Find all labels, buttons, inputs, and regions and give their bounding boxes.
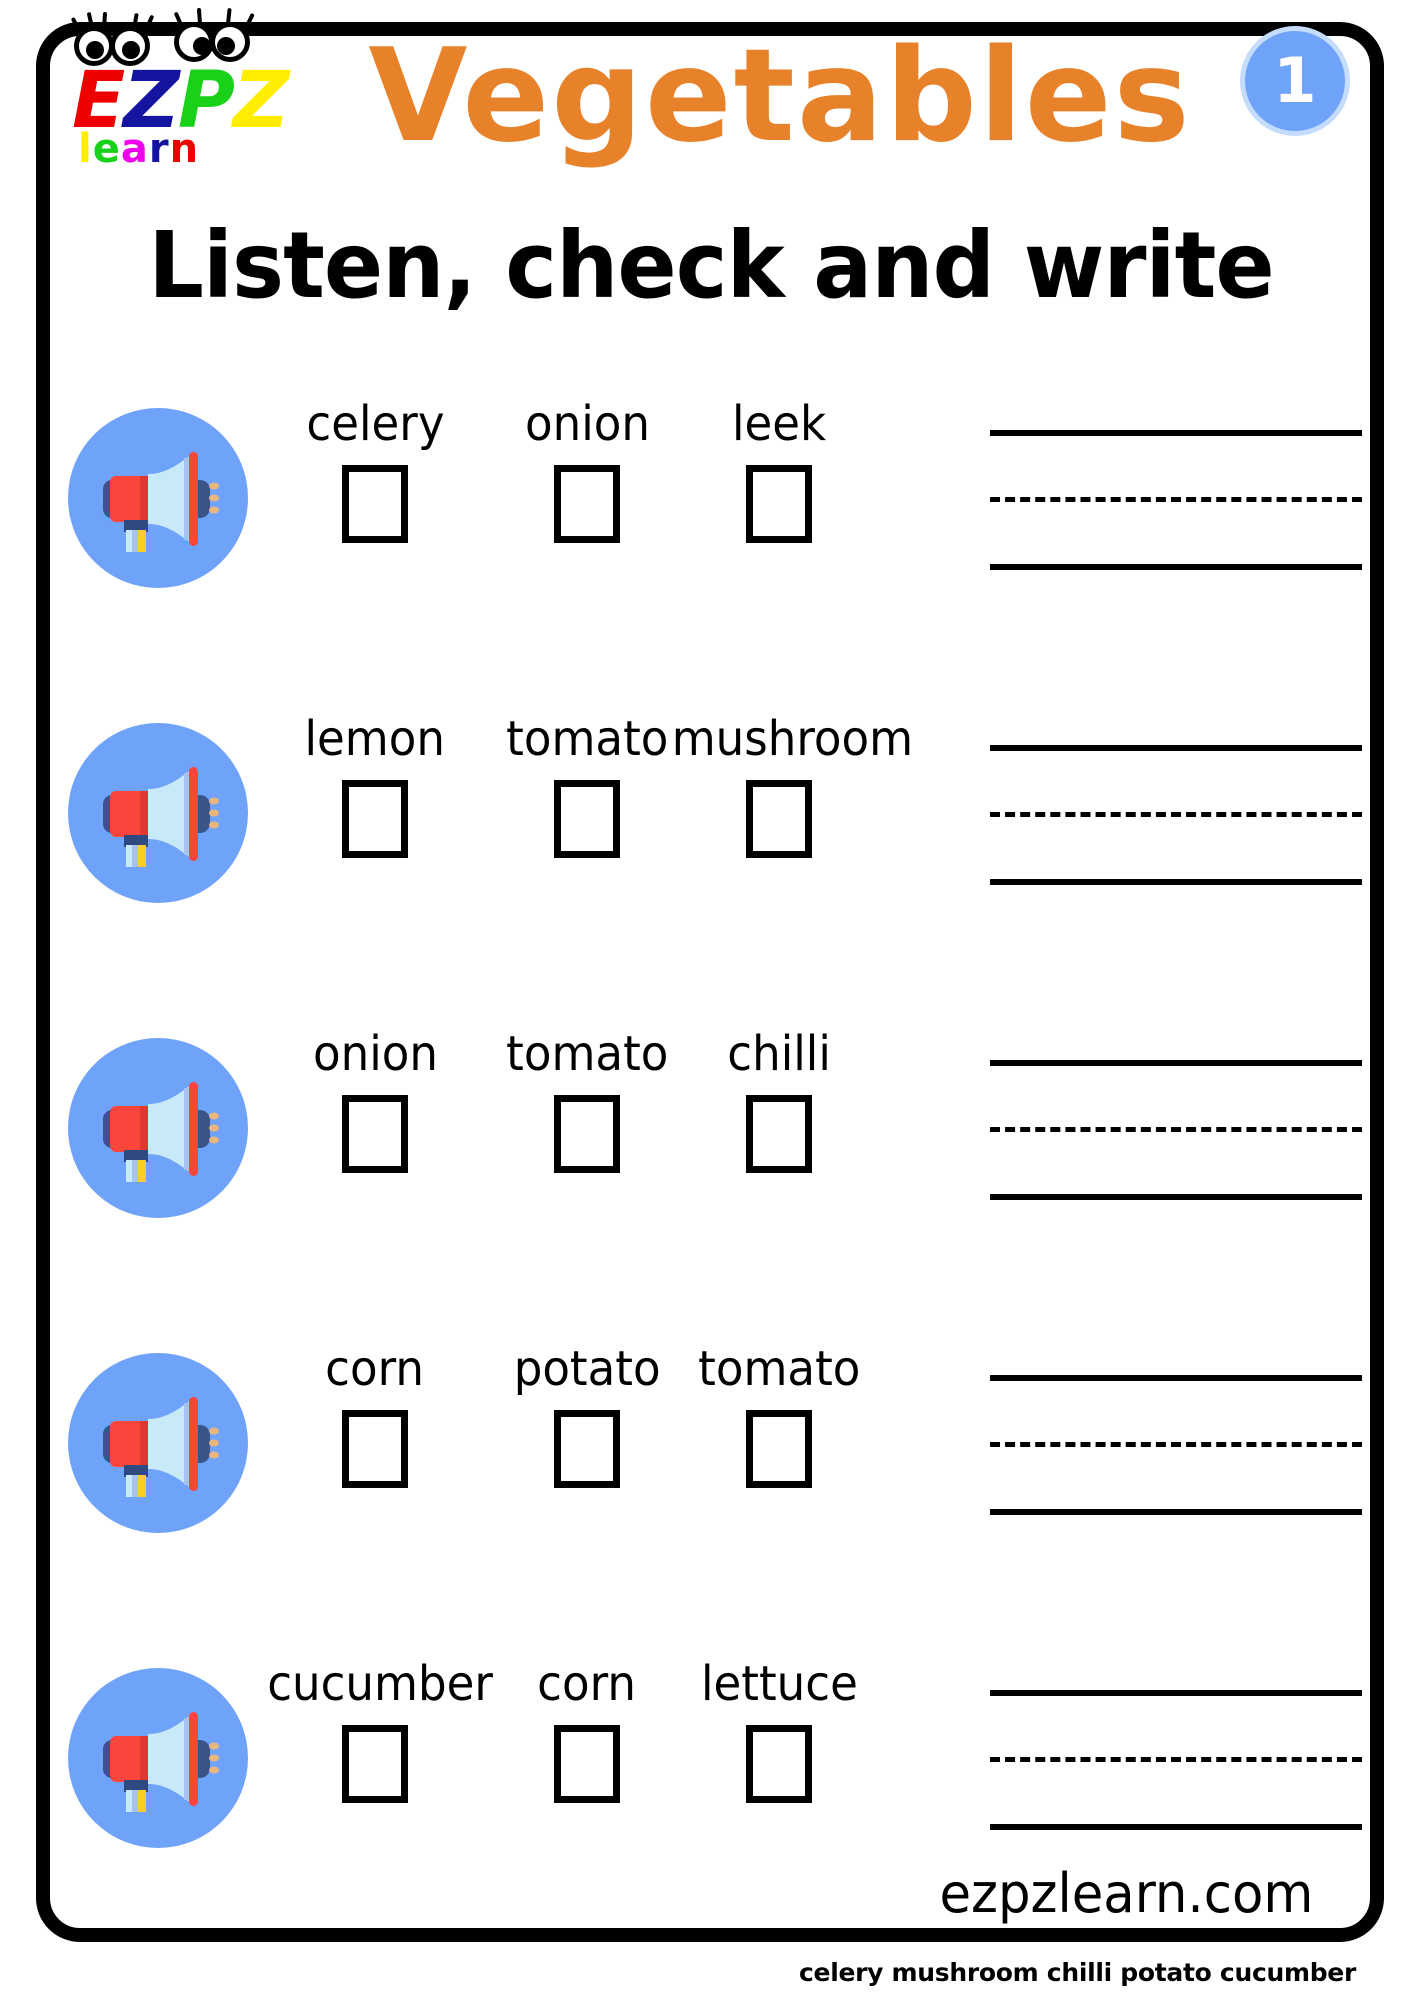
option-label: mushroom	[671, 711, 914, 767]
option-group: cucumber corn lettuce	[260, 1658, 950, 1858]
option-label: tomato	[697, 1341, 861, 1397]
writing-line-middle-dashed	[990, 1127, 1362, 1132]
option-label: onion	[524, 396, 650, 452]
page-number-value: 1	[1273, 44, 1317, 117]
option-group: celery onion leek	[260, 398, 950, 598]
option-checkbox[interactable]	[554, 464, 620, 543]
exercise-row: onion tomato chilli	[60, 1028, 1362, 1343]
exercise-row: lemon tomato mushroom	[60, 713, 1362, 1028]
exercise-row: celery onion leek	[60, 398, 1362, 713]
exercise-row: corn potato tomato	[60, 1343, 1362, 1658]
option-checkbox[interactable]	[342, 779, 408, 858]
option-label: leek	[731, 396, 827, 452]
page-number-badge: 1	[1240, 26, 1350, 136]
option-checkbox[interactable]	[746, 779, 812, 858]
option-cell: tomato	[664, 1343, 894, 1488]
writing-line-top	[990, 745, 1362, 751]
megaphone-icon[interactable]	[68, 723, 248, 903]
logo-learn-l: l	[78, 126, 93, 172]
logo-learn-n: n	[169, 126, 200, 172]
option-label: tomato	[505, 1026, 669, 1082]
option-label: cucumber	[267, 1656, 493, 1712]
option-checkbox[interactable]	[554, 1409, 620, 1488]
writing-lines[interactable]	[990, 1060, 1362, 1200]
writing-line-top	[990, 1375, 1362, 1381]
writing-line-top	[990, 1690, 1362, 1696]
writing-line-bottom	[990, 1824, 1362, 1830]
option-label: lemon	[304, 711, 446, 767]
megaphone-icon[interactable]	[68, 1668, 248, 1848]
exercise-row: cucumber corn lettuce	[60, 1658, 1362, 1973]
option-label: onion	[312, 1026, 438, 1082]
option-checkbox[interactable]	[342, 1724, 408, 1803]
writing-line-bottom	[990, 564, 1362, 570]
megaphone-icon[interactable]	[68, 408, 248, 588]
writing-line-top	[990, 1060, 1362, 1066]
option-cell: mushroom	[664, 713, 913, 858]
writing-lines[interactable]	[990, 745, 1362, 885]
writing-lines[interactable]	[990, 430, 1362, 570]
writing-line-middle-dashed	[990, 1757, 1362, 1762]
option-label: lettuce	[700, 1656, 858, 1712]
answer-key-text: celery mushroom chilli potato cucumber	[799, 1958, 1356, 1987]
option-cell: chilli	[664, 1028, 894, 1173]
exercise-rows: celery onion leek lemon tomato mushroom …	[60, 398, 1362, 1973]
megaphone-icon[interactable]	[68, 1353, 248, 1533]
writing-lines[interactable]	[990, 1690, 1362, 1830]
logo-learn-e: e	[92, 126, 121, 172]
ezpz-learn-logo: E Z P Z learn	[62, 7, 302, 178]
option-label: potato	[513, 1341, 661, 1397]
writing-line-bottom	[990, 1509, 1362, 1515]
writing-line-bottom	[990, 879, 1362, 885]
option-group: lemon tomato mushroom	[260, 713, 950, 913]
option-checkbox[interactable]	[554, 1724, 620, 1803]
writing-lines[interactable]	[990, 1375, 1362, 1515]
option-checkbox[interactable]	[342, 1409, 408, 1488]
option-checkbox[interactable]	[746, 1724, 812, 1803]
option-checkbox[interactable]	[342, 464, 408, 543]
option-cell: celery	[260, 398, 490, 543]
option-cell: lemon	[260, 713, 490, 858]
option-checkbox[interactable]	[554, 1094, 620, 1173]
option-cell: onion	[260, 1028, 490, 1173]
option-label: tomato	[505, 711, 669, 767]
option-group: corn potato tomato	[260, 1343, 950, 1543]
logo-letter-z2: Z	[233, 56, 290, 147]
writing-line-middle-dashed	[990, 1442, 1362, 1447]
option-checkbox[interactable]	[746, 1409, 812, 1488]
instruction-text: Listen, check and write	[148, 212, 1274, 319]
writing-line-top	[990, 430, 1362, 436]
option-label: chilli	[727, 1026, 831, 1082]
megaphone-icon[interactable]	[68, 1038, 248, 1218]
option-checkbox[interactable]	[746, 1094, 812, 1173]
option-cell: leek	[664, 398, 894, 543]
worksheet-page: E Z P Z learn Vegetables 1 Listen, check…	[0, 0, 1414, 2000]
logo-learn-r: r	[148, 126, 170, 172]
option-cell: corn	[260, 1343, 490, 1488]
option-checkbox[interactable]	[342, 1094, 408, 1173]
option-cell: cucumber	[260, 1656, 493, 1803]
option-label: celery	[305, 396, 445, 452]
option-label: corn	[537, 1656, 637, 1712]
option-group: onion tomato chilli	[260, 1028, 950, 1228]
option-checkbox[interactable]	[554, 779, 620, 858]
writing-line-middle-dashed	[990, 497, 1362, 502]
website-url[interactable]: ezpzlearn.com	[940, 1862, 1314, 1925]
logo-learn-a: a	[120, 126, 149, 172]
writing-line-bottom	[990, 1194, 1362, 1200]
option-checkbox[interactable]	[746, 464, 812, 543]
option-cell: lettuce	[664, 1658, 894, 1803]
option-label: corn	[325, 1341, 425, 1397]
writing-line-middle-dashed	[990, 812, 1362, 817]
logo-learn-word: learn	[78, 126, 199, 172]
page-title: Vegetables	[368, 22, 1192, 171]
